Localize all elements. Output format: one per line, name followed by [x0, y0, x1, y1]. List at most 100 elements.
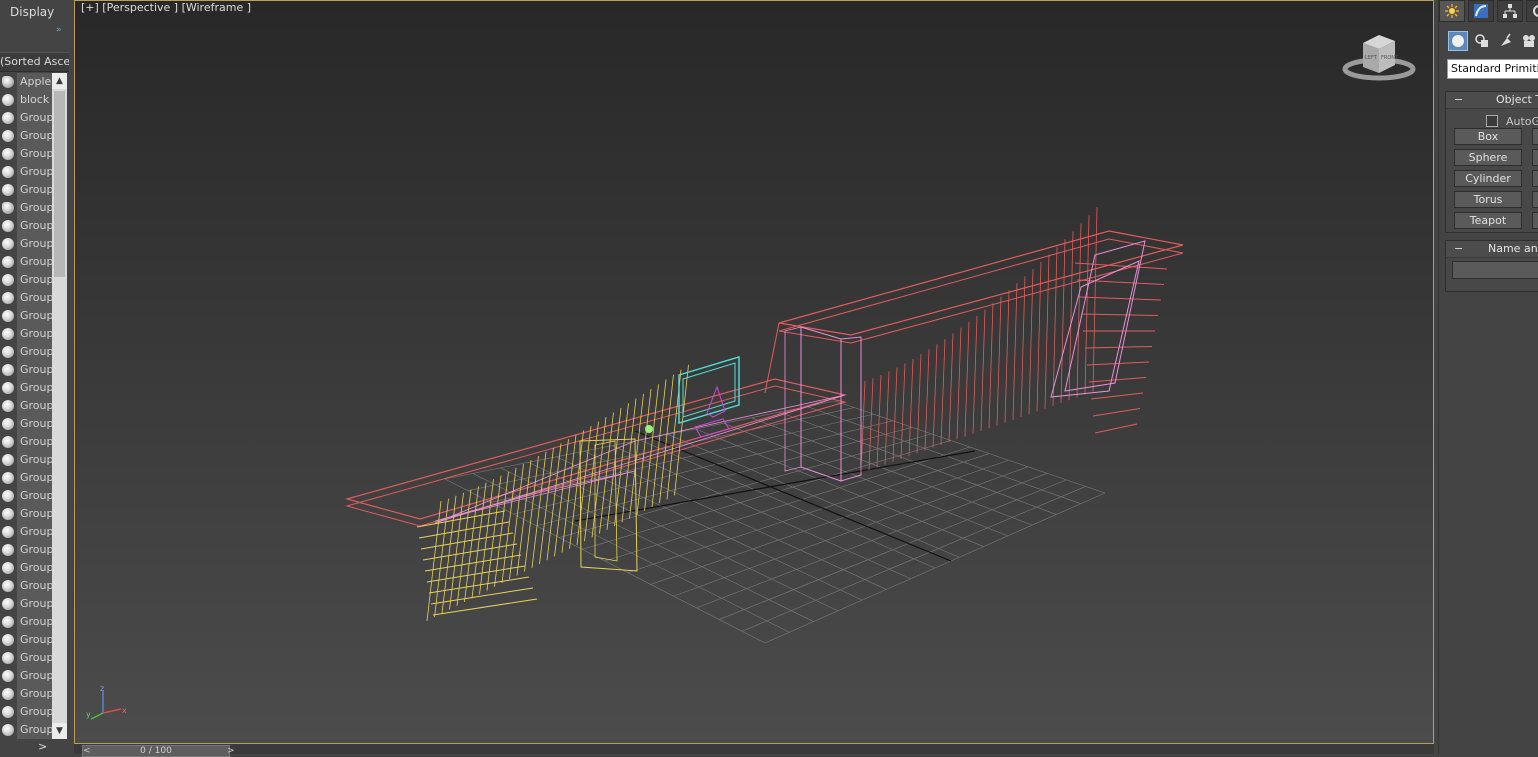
primitive-type-dropdown[interactable]: Standard Primitives	[1447, 59, 1538, 79]
list-item[interactable]: Group	[0, 109, 53, 127]
sphere-icon[interactable]	[2, 112, 14, 124]
scroll-thumb[interactable]	[54, 91, 65, 277]
list-item[interactable]: Group	[0, 559, 53, 577]
autogrid-checkbox[interactable]	[1486, 115, 1498, 127]
green-marker[interactable]	[645, 425, 653, 433]
sphere-icon[interactable]	[2, 490, 14, 502]
sphere-icon[interactable]	[2, 544, 14, 556]
sphere-icon[interactable]	[2, 472, 14, 484]
sphere-icon[interactable]	[2, 94, 14, 106]
sphere-button[interactable]: Sphere	[1454, 149, 1522, 166]
sphere-icon[interactable]	[2, 670, 14, 682]
list-item[interactable]: Group	[0, 505, 53, 523]
list-item[interactable]: Group	[0, 343, 53, 361]
list-item[interactable]: block 4	[0, 91, 53, 109]
list-item[interactable]: Group	[0, 307, 53, 325]
teapot-button[interactable]: Teapot	[1454, 212, 1522, 229]
sphere-icon[interactable]	[2, 184, 14, 196]
sphere-icon[interactable]	[2, 598, 14, 610]
display-title[interactable]: Display	[10, 5, 54, 19]
container-icon[interactable]	[2, 202, 14, 214]
sphere-icon[interactable]	[2, 310, 14, 322]
object-type-collapse-icon[interactable]: −	[1454, 92, 1463, 108]
list-item[interactable]: Group	[0, 595, 53, 613]
sphere-icon[interactable]	[2, 652, 14, 664]
list-item[interactable]: Group	[0, 253, 53, 271]
list-item[interactable]: Group	[0, 613, 53, 631]
list-item[interactable]: Group	[0, 433, 53, 451]
ground-grid[interactable]	[444, 400, 1106, 644]
pyramid-button[interactable]	[1532, 191, 1538, 208]
list-item[interactable]: Apple	[0, 73, 53, 91]
plane-button[interactable]	[1532, 212, 1538, 229]
box-button[interactable]: Box	[1454, 128, 1522, 145]
list-item[interactable]: Group	[0, 649, 53, 667]
sphere-icon[interactable]	[2, 220, 14, 232]
sort-column-header[interactable]: (Sorted Ascending)	[0, 52, 69, 72]
torus-button[interactable]: Torus	[1454, 191, 1522, 208]
sphere-icon[interactable]	[2, 526, 14, 538]
time-prev-button[interactable]: <	[83, 746, 91, 756]
viewcube-icon[interactable]: LEFT FRONT	[1341, 29, 1417, 85]
list-item[interactable]: Group	[0, 235, 53, 253]
object-name-input[interactable]	[1452, 261, 1538, 279]
cameras-category[interactable]	[1519, 31, 1538, 51]
list-item[interactable]: Group	[0, 271, 53, 289]
sphere-icon[interactable]	[2, 724, 14, 736]
tube-button[interactable]	[1532, 170, 1538, 187]
motion-tab[interactable]	[1526, 0, 1538, 22]
list-item[interactable]: Group	[0, 325, 53, 343]
right-quarter-pipe[interactable]	[860, 207, 1168, 474]
list-item[interactable]: Group	[0, 361, 53, 379]
sphere-icon[interactable]	[2, 418, 14, 430]
sphere-icon[interactable]	[2, 634, 14, 646]
cone-button[interactable]	[1532, 128, 1538, 145]
sphere-icon[interactable]	[2, 328, 14, 340]
sphere-icon[interactable]	[2, 148, 14, 160]
perspective-viewport[interactable]: [+] [Perspective ] [Wireframe ] LEFT FRO…	[74, 0, 1434, 744]
list-item[interactable]: Group	[0, 523, 53, 541]
container-icon[interactable]	[2, 76, 14, 88]
sphere-icon[interactable]	[2, 238, 14, 250]
list-item[interactable]: Group	[0, 631, 53, 649]
expand-arrows-icon[interactable]: »	[56, 25, 62, 35]
left-quarter-pipe[interactable]	[416, 364, 689, 622]
list-item[interactable]: Group	[0, 703, 53, 721]
sphere-icon[interactable]	[2, 616, 14, 628]
list-item[interactable]: Group	[0, 721, 53, 739]
list-item[interactable]: Group	[0, 577, 53, 595]
sphere-icon[interactable]	[2, 256, 14, 268]
geosphere-button[interactable]	[1532, 149, 1538, 166]
list-item[interactable]: Group	[0, 199, 53, 217]
object-type-header[interactable]: − Object Type	[1446, 92, 1538, 109]
sphere-icon[interactable]	[2, 508, 14, 520]
list-item[interactable]: Group	[0, 667, 53, 685]
list-item[interactable]: Group	[0, 163, 53, 181]
scene-wireframe[interactable]	[75, 1, 1433, 743]
top-rail[interactable]	[764, 230, 1184, 394]
sphere-icon[interactable]	[2, 166, 14, 178]
name-color-collapse-icon[interactable]: −	[1454, 241, 1463, 257]
sphere-icon[interactable]	[2, 580, 14, 592]
list-scrollbar[interactable]: ▲ ▼	[52, 73, 67, 739]
scroll-up-icon[interactable]: ▲	[52, 73, 67, 89]
list-item[interactable]: Group	[0, 127, 53, 145]
viewport-label[interactable]: [+] [Perspective ] [Wireframe ]	[81, 1, 251, 14]
sphere-icon[interactable]	[2, 130, 14, 142]
time-next-button[interactable]: >	[227, 746, 235, 756]
sphere-icon[interactable]	[2, 292, 14, 304]
create-tab[interactable]	[1439, 0, 1465, 22]
sphere-icon[interactable]	[2, 346, 14, 358]
sphere-icon[interactable]	[2, 274, 14, 286]
cylinder-button[interactable]: Cylinder	[1454, 170, 1522, 187]
sphere-icon[interactable]	[2, 454, 14, 466]
list-item[interactable]: Group	[0, 145, 53, 163]
time-slider[interactable]: < 0 / 100 >	[82, 745, 235, 757]
list-item[interactable]: Group	[0, 451, 53, 469]
shapes-category[interactable]	[1472, 31, 1492, 51]
sphere-icon[interactable]	[2, 562, 14, 574]
list-item[interactable]: Group	[0, 685, 53, 703]
list-item[interactable]: Group	[0, 415, 53, 433]
scroll-down-icon[interactable]: ▼	[52, 723, 67, 739]
sphere-icon[interactable]	[2, 400, 14, 412]
